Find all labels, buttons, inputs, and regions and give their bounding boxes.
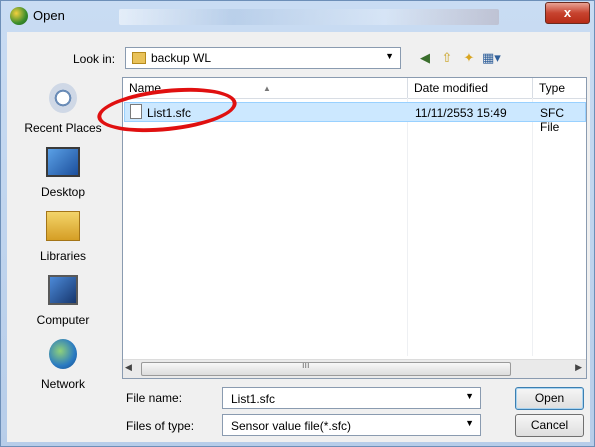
window-title: Open [33, 8, 65, 23]
back-icon[interactable]: ◀ [416, 49, 434, 67]
place-label: Network [40, 377, 85, 391]
chevron-down-icon[interactable]: ▼ [465, 418, 474, 428]
libraries-icon [46, 211, 80, 241]
open-button[interactable]: Open [515, 387, 584, 410]
blurred-title-region [119, 9, 499, 25]
chevron-down-icon[interactable]: ▼ [385, 51, 394, 61]
close-button[interactable]: x [545, 2, 590, 24]
chevron-down-icon[interactable]: ▼ [465, 391, 474, 401]
desktop-icon [46, 147, 80, 177]
place-network[interactable]: Network [13, 339, 113, 391]
file-icon [130, 104, 142, 119]
place-label: Desktop [40, 185, 86, 199]
look-in-label: Look in: [73, 52, 116, 66]
place-label: Libraries [39, 249, 87, 263]
file-name-cell: List1.sfc [147, 106, 192, 120]
place-recent[interactable]: Recent Places [13, 83, 113, 135]
column-header-label: Name [129, 81, 162, 95]
column-header-date[interactable]: Date modified [408, 78, 533, 98]
horizontal-scrollbar[interactable]: ◀ ııı ▶ [123, 359, 586, 378]
cancel-button[interactable]: Cancel [515, 414, 584, 437]
header-divider [123, 98, 586, 99]
scroll-thumb[interactable]: ııı [141, 360, 511, 376]
file-list[interactable]: Name ▲ Date modified Type List1.sfc 11/1… [122, 77, 587, 379]
column-divider [532, 98, 533, 356]
file-name-value: List1.sfc [231, 392, 276, 406]
sort-ascending-icon: ▲ [263, 84, 271, 93]
type-cell: SFC File [540, 106, 564, 134]
place-computer[interactable]: Computer [13, 275, 113, 327]
place-label: Computer [36, 313, 90, 327]
folder-icon [132, 52, 146, 64]
column-divider [407, 98, 408, 356]
file-name-label: File name: [126, 391, 183, 405]
column-header-name[interactable]: Name ▲ [123, 78, 408, 98]
title-bar[interactable]: Open x [1, 1, 595, 31]
views-menu-icon[interactable]: ▦▾ [482, 49, 501, 67]
grip-icon: ııı [302, 360, 310, 370]
column-header-label: Date modified [414, 81, 489, 95]
file-name-field[interactable]: List1.sfc ▼ [222, 387, 481, 409]
table-row[interactable]: List1.sfc 11/11/2553 15:49 SFC File [124, 102, 586, 134]
computer-icon [48, 275, 78, 305]
file-type-dropdown[interactable]: Sensor value file(*.sfc) ▼ [222, 414, 481, 436]
up-folder-icon[interactable]: ⇧ [438, 49, 456, 67]
recent-places-icon [49, 83, 77, 113]
column-header-type[interactable]: Type [533, 78, 586, 98]
open-dialog: Open x Look in: backup WL ▼ ◀ ⇧ ✦ ▦▾ Rec… [0, 0, 595, 447]
app-icon [10, 7, 28, 25]
place-label: Recent Places [24, 121, 102, 135]
scroll-right-icon[interactable]: ▶ [575, 362, 582, 373]
date-modified-cell: 11/11/2553 15:49 [415, 106, 507, 120]
place-libraries[interactable]: Libraries [13, 211, 113, 263]
column-header-label: Type [539, 81, 566, 95]
file-type-label: Files of type: [126, 419, 195, 433]
new-folder-icon[interactable]: ✦ [460, 49, 478, 67]
places-bar: Recent Places Desktop Libraries Computer… [13, 77, 118, 395]
place-desktop[interactable]: Desktop [13, 147, 113, 199]
scroll-left-icon[interactable]: ◀ [125, 362, 132, 373]
look-in-value: backup WL [151, 51, 212, 65]
look-in-dropdown[interactable]: backup WL ▼ [125, 47, 401, 69]
file-type-value: Sensor value file(*.sfc) [231, 419, 352, 433]
network-icon [49, 339, 77, 369]
